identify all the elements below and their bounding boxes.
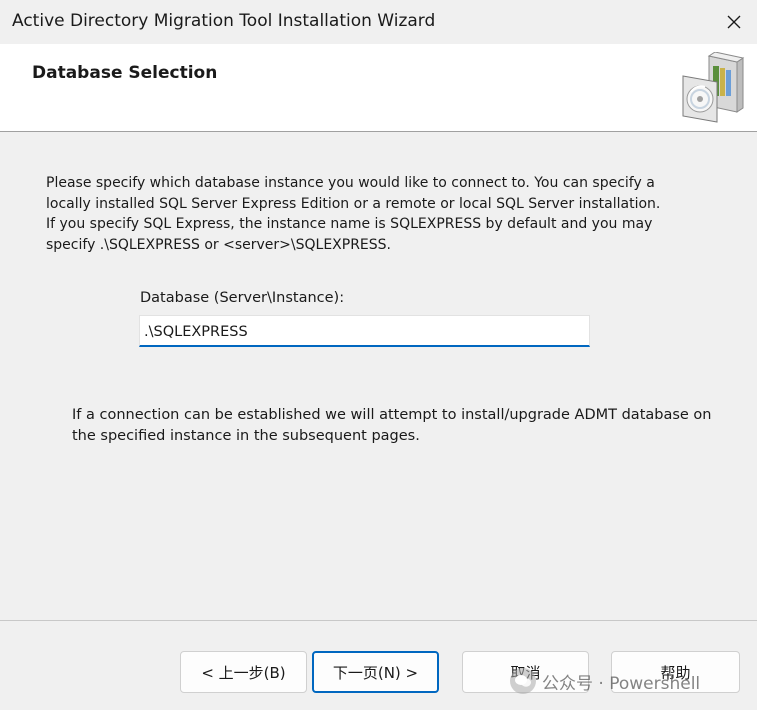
wizard-header: Database Selection [0,44,757,132]
next-button[interactable]: 下一页(N) > [312,651,439,693]
database-instance-input[interactable] [139,315,590,347]
connection-note: If a connection can be established we wi… [72,405,722,447]
description-line: Please specify which database instance y… [46,175,655,191]
description-line: locally installed SQL Server Express Edi… [46,195,661,212]
note-line: If a connection can be established we wi… [72,407,712,423]
description-line: specify .\SQLEXPRESS or <server>\SQLEXPR… [46,236,391,253]
installer-box-icon [682,52,745,123]
back-button[interactable]: < 上一步(B) [180,651,307,693]
page-title: Database Selection [32,63,218,83]
database-field-label: Database (Server\Instance): [140,290,345,306]
description-line: If you specify SQL Express, the instance… [46,216,653,232]
window-title: Active Directory Migration Tool Installa… [12,11,436,31]
title-bar: Active Directory Migration Tool Installa… [0,0,757,44]
footer-divider [0,620,757,621]
help-button[interactable]: 帮助 [611,651,740,693]
description-text: Please specify which database instance y… [46,173,696,255]
close-button[interactable] [711,0,757,44]
note-line: the specified instance in the subsequent… [72,428,420,444]
close-icon [727,15,741,29]
cancel-button[interactable]: 取消 [462,651,589,693]
